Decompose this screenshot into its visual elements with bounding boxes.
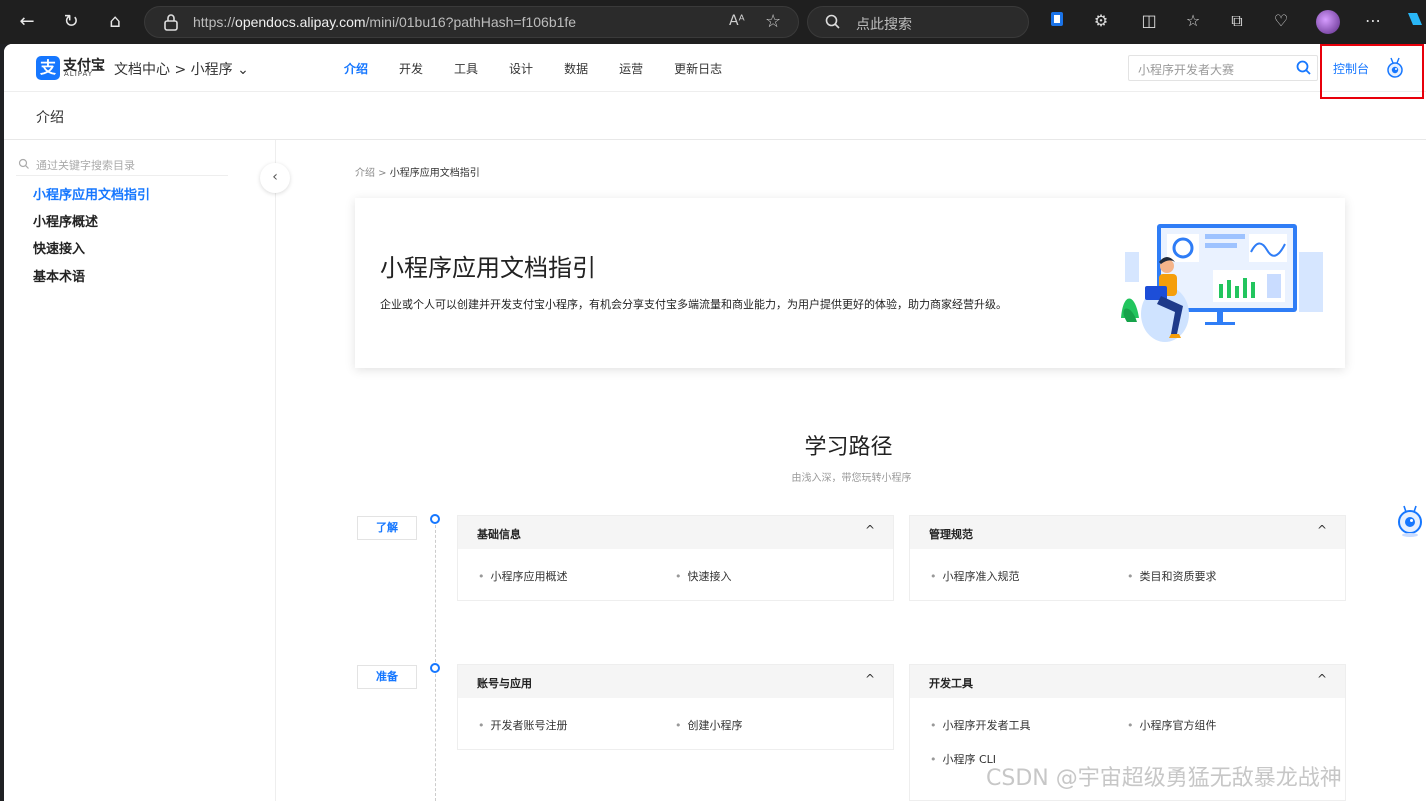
card-header[interactable]: 管理规范 ^: [910, 516, 1345, 549]
card-title: 管理规范: [929, 528, 973, 541]
breadcrumb-parent[interactable]: 介绍: [355, 168, 375, 179]
copilot-icon[interactable]: [1404, 10, 1426, 32]
card-header[interactable]: 开发工具 ^: [910, 665, 1345, 698]
sidebar-item-terms[interactable]: 基本术语: [33, 266, 85, 285]
sidebar-item-guide[interactable]: 小程序应用文档指引: [33, 184, 150, 203]
chevron-up-icon[interactable]: ^: [1317, 523, 1327, 537]
collapse-sidebar-button[interactable]: ‹: [260, 163, 290, 193]
collections-icon[interactable]: ⧉: [1226, 10, 1248, 32]
main-content: 介绍 > 小程序应用文档指引 小程序应用文档指引 企业或个人可以创建并开发支付宝…: [277, 140, 1426, 801]
back-icon[interactable]: ←: [12, 7, 42, 37]
sidebar: 通过关键字搜索目录 小程序应用文档指引 小程序概述 快速接入 基本术语: [4, 140, 276, 801]
developer-illustration: [1121, 224, 1323, 342]
sidebar-search-placeholder: 通过关键字搜索目录: [36, 159, 135, 172]
card-header[interactable]: 基础信息 ^: [458, 516, 893, 549]
card-management-rules: 管理规范 ^ 小程序准入规范 类目和资质要求: [909, 515, 1346, 601]
web-page: 支 支付宝 ALIPAY 文档中心 > 小程序 ⌄ 介绍 开发 工具 设计 数据…: [4, 44, 1426, 801]
card-basic-info: 基础信息 ^ 小程序应用概述 快速接入: [457, 515, 894, 601]
watermark: CSDN @宇宙超级勇猛无敌暴龙战神: [986, 766, 1342, 791]
menu-item-changelog[interactable]: 更新日志: [674, 60, 722, 77]
lock-icon: [164, 14, 178, 31]
search-icon[interactable]: [1295, 59, 1313, 77]
hero-description: 企业或个人可以创建并开发支付宝小程序，有机会分享支付宝多端流量和商业能力，为用户…: [380, 298, 1007, 311]
extensions-icon[interactable]: ⚙: [1090, 10, 1112, 32]
profile-avatar[interactable]: [1316, 10, 1340, 34]
card-link[interactable]: 小程序开发者工具: [930, 717, 1031, 733]
alipay-logo-subtext: ALIPAY: [64, 70, 94, 78]
doc-search-placeholder: 小程序开发者大赛: [1138, 63, 1235, 77]
card-header[interactable]: 账号与应用 ^: [458, 665, 893, 698]
timeline-dot: [430, 663, 440, 673]
search-icon: [825, 14, 840, 29]
learning-path-subtitle: 由浅入深，带您玩转小程序: [791, 473, 912, 484]
browser-search-box[interactable]: 点此搜索: [807, 6, 1029, 38]
breadcrumb-separator: >: [375, 168, 390, 179]
sidebar-item-overview[interactable]: 小程序概述: [33, 211, 98, 230]
url-text: https://opendocs.alipay.com/mini/01bu16?…: [193, 14, 577, 30]
card-link[interactable]: 小程序应用概述: [478, 568, 568, 584]
menu-item-operations[interactable]: 运营: [619, 60, 643, 77]
timeline-dot: [430, 514, 440, 524]
floating-assistant-icon[interactable]: [1395, 504, 1425, 538]
read-aloud-icon[interactable]: Aᴬ: [729, 13, 745, 29]
stage-tag-understand: 了解: [357, 516, 417, 540]
menu-item-data[interactable]: 数据: [564, 60, 588, 77]
card-link[interactable]: 创建小程序: [675, 717, 743, 733]
browser-search-placeholder: 点此搜索: [856, 17, 912, 33]
hero-banner: 小程序应用文档指引 企业或个人可以创建并开发支付宝小程序，有机会分享支付宝多端流…: [355, 198, 1345, 368]
favorites-icon[interactable]: ☆: [1182, 10, 1204, 32]
card-account-app: 账号与应用 ^ 开发者账号注册 创建小程序: [457, 664, 894, 750]
doc-center-breadcrumb[interactable]: 文档中心 > 小程序 ⌄: [114, 59, 249, 79]
card-link[interactable]: 类目和资质要求: [1127, 568, 1217, 584]
browser-toolbar: ← ↻ ⌂ https://opendocs.alipay.com/mini/0…: [0, 0, 1426, 44]
home-icon[interactable]: ⌂: [100, 7, 130, 37]
top-navigation: 支 支付宝 ALIPAY 文档中心 > 小程序 ⌄ 介绍 开发 工具 设计 数据…: [4, 44, 1426, 99]
section-bar: 介绍: [4, 92, 1426, 140]
address-bar[interactable]: https://opendocs.alipay.com/mini/01bu16?…: [144, 6, 799, 38]
breadcrumb-current: 小程序应用文档指引: [389, 168, 480, 179]
sidebar-item-quick-start[interactable]: 快速接入: [33, 238, 85, 257]
performance-icon[interactable]: ♡: [1270, 10, 1292, 32]
alipay-logo-mark: 支: [36, 56, 60, 80]
menu-item-develop[interactable]: 开发: [399, 60, 423, 77]
menu-item-design[interactable]: 设计: [509, 60, 533, 77]
highlight-box: [1320, 44, 1424, 99]
section-title: 介绍: [36, 110, 64, 126]
sidebar-search-input[interactable]: 通过关键字搜索目录: [16, 154, 228, 176]
chevron-up-icon[interactable]: ^: [865, 523, 875, 537]
card-title: 基础信息: [477, 528, 521, 541]
card-link[interactable]: 小程序准入规范: [930, 568, 1020, 584]
breadcrumb: 介绍 > 小程序应用文档指引: [355, 164, 480, 179]
doc-search-input[interactable]: 小程序开发者大赛: [1128, 55, 1318, 81]
reader-extension-icon[interactable]: [1046, 10, 1068, 32]
menu-item-intro[interactable]: 介绍: [344, 60, 368, 77]
favorite-star-icon[interactable]: ☆: [765, 11, 781, 32]
card-link[interactable]: 小程序官方组件: [1127, 717, 1217, 733]
chevron-up-icon[interactable]: ^: [1317, 672, 1327, 686]
split-screen-icon[interactable]: ◫: [1138, 10, 1160, 32]
more-options-icon[interactable]: ⋯: [1362, 10, 1384, 32]
card-link[interactable]: 快速接入: [675, 568, 732, 584]
search-icon: [18, 158, 29, 169]
card-title: 开发工具: [929, 677, 973, 690]
menu-item-tools[interactable]: 工具: [454, 60, 478, 77]
reload-icon[interactable]: ↻: [56, 7, 86, 37]
learning-path-title: 学习路径: [804, 435, 893, 460]
card-link[interactable]: 开发者账号注册: [478, 717, 568, 733]
chevron-up-icon[interactable]: ^: [865, 672, 875, 686]
stage-tag-prepare: 准备: [357, 665, 417, 689]
main-menu: 介绍 开发 工具 设计 数据 运营 更新日志: [344, 60, 753, 77]
card-title: 账号与应用: [477, 677, 532, 690]
alipay-logo[interactable]: 支 支付宝 ALIPAY: [36, 56, 105, 80]
chevron-left-icon: ‹: [272, 169, 278, 185]
page-title: 小程序应用文档指引: [380, 254, 596, 282]
